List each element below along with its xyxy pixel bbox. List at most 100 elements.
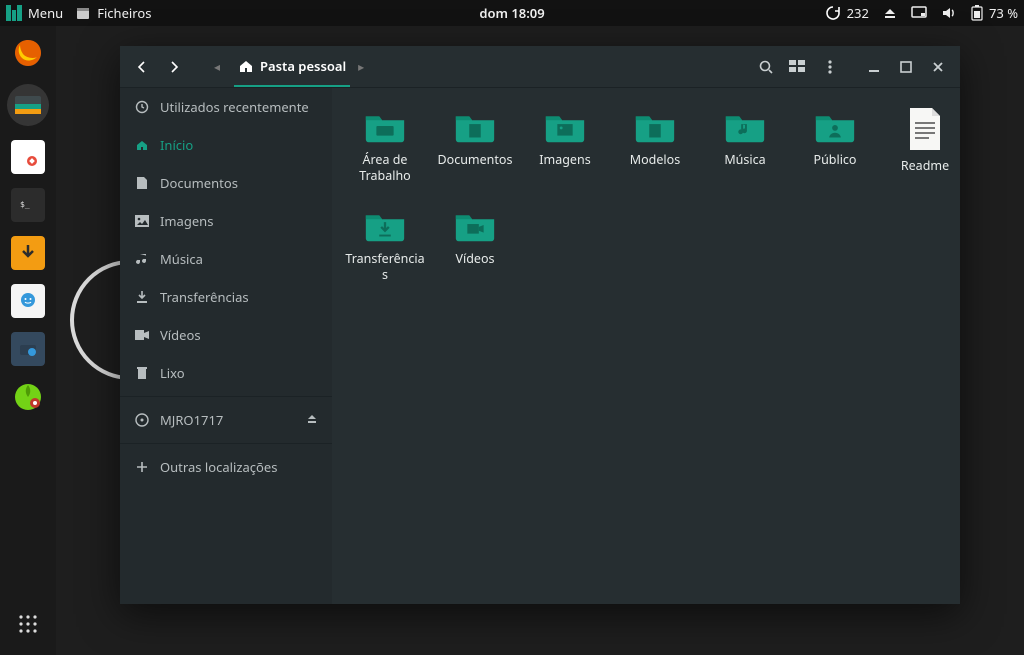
menu-label: Menu [28, 4, 63, 22]
battery-icon [971, 5, 983, 21]
dock-downloader[interactable] [11, 236, 45, 270]
display-tray-icon[interactable] [911, 6, 927, 20]
file-label: Readme [901, 158, 949, 174]
window-close-button[interactable] [924, 53, 952, 81]
sidebar-device-label: MJRO1717 [160, 411, 223, 429]
sidebar-item-label: Início [160, 136, 193, 154]
trash-icon [134, 365, 150, 381]
active-app-label: Ficheiros [97, 4, 151, 22]
folder-icon [722, 106, 768, 146]
clock-icon [134, 99, 150, 115]
sidebar-item-video[interactable]: Vídeos [120, 316, 332, 354]
eject-button[interactable] [306, 411, 318, 429]
clock[interactable]: dom 18:09 [479, 4, 544, 22]
sidebar-item-label: Música [160, 250, 203, 268]
image-icon [134, 213, 150, 229]
search-button[interactable] [752, 53, 780, 81]
file-label: Modelos [630, 152, 680, 168]
window-minimize-button[interactable] [860, 53, 888, 81]
sidebar-item-download[interactable]: Transferências [120, 278, 332, 316]
dock-screenshot[interactable] [11, 332, 45, 366]
menu-button[interactable]: Menu [6, 4, 63, 22]
battery-percent: 73 % [989, 4, 1018, 22]
file-label: Vídeos [455, 251, 494, 267]
dock-tweaks[interactable] [11, 380, 45, 414]
dock-files[interactable] [7, 84, 49, 126]
hamburger-menu-button[interactable] [816, 53, 844, 81]
dock-firefox[interactable] [11, 36, 45, 70]
other-locations-label: Outras localizações [160, 458, 277, 476]
battery-indicator[interactable]: 73 % [971, 4, 1018, 22]
updates-count: 232 [847, 4, 869, 22]
dock-terminal[interactable]: $_ [11, 188, 45, 222]
folder-item[interactable]: Música [700, 102, 790, 187]
folder-icon [452, 205, 498, 245]
sidebar-item-doc[interactable]: Documentos [120, 164, 332, 202]
nav-forward-button[interactable] [160, 53, 188, 81]
folder-icon [362, 106, 408, 146]
path-caret-left-icon: ◂ [210, 58, 224, 75]
file-item[interactable]: Readme [880, 102, 960, 187]
dock-apps-grid[interactable] [11, 607, 45, 641]
folder-item[interactable]: Documentos [430, 102, 520, 187]
folder-icon [632, 106, 678, 146]
sidebar-item-trash[interactable]: Lixo [120, 354, 332, 392]
file-label: Transferências [343, 251, 427, 282]
sidebar: Utilizados recentemente Início Documentos I… [120, 88, 332, 604]
file-icon [906, 106, 944, 152]
file-manager-window: ◂ Pasta pessoal ▸ Utilizados rec [120, 46, 960, 604]
eject-tray-icon[interactable] [883, 6, 897, 20]
path-label: Pasta pessoal [260, 57, 346, 75]
sidebar-device[interactable]: MJRO1717 [120, 401, 332, 439]
sidebar-other-locations[interactable]: Outras localizações [120, 448, 332, 486]
folder-item[interactable]: Modelos [610, 102, 700, 187]
disc-icon [134, 412, 150, 428]
folder-item[interactable]: Transferências [340, 201, 430, 286]
folder-item[interactable]: Vídeos [430, 201, 520, 286]
sidebar-item-label: Lixo [160, 364, 185, 382]
files-grid: Área de Trabalho Documentos Imagens Modelos… [340, 102, 952, 287]
sidebar-item-label: Utilizados recentemente [160, 98, 309, 116]
sidebar-item-home[interactable]: Início [120, 126, 332, 164]
folder-item[interactable]: Imagens [520, 102, 610, 187]
sidebar-item-label: Imagens [160, 212, 213, 230]
music-icon [134, 251, 150, 267]
sidebar-item-image[interactable]: Imagens [120, 202, 332, 240]
folder-icon [542, 106, 588, 146]
download-icon [134, 289, 150, 305]
sidebar-item-music[interactable]: Música [120, 240, 332, 278]
home-icon [134, 137, 150, 153]
manjaro-logo-icon [6, 5, 22, 21]
updates-indicator[interactable]: 232 [825, 4, 869, 22]
folder-icon [362, 205, 408, 245]
file-label: Imagens [539, 152, 590, 168]
files-app-icon [75, 5, 91, 21]
folder-icon [452, 106, 498, 146]
file-label: Área de Trabalho [343, 152, 427, 183]
view-toggle-button[interactable] [784, 53, 812, 81]
file-label: Público [814, 152, 857, 168]
plus-icon [134, 459, 150, 475]
dock-chat[interactable] [11, 284, 45, 318]
file-label: Música [724, 152, 765, 168]
sidebar-item-clock[interactable]: Utilizados recentemente [120, 88, 332, 126]
home-icon [238, 58, 254, 74]
volume-tray-icon[interactable] [941, 6, 957, 20]
path-caret-right-icon: ▸ [354, 58, 368, 75]
window-maximize-button[interactable] [892, 53, 920, 81]
doc-icon [134, 175, 150, 191]
sidebar-item-label: Documentos [160, 174, 238, 192]
nav-back-button[interactable] [128, 53, 156, 81]
dock-text-editor[interactable] [11, 140, 45, 174]
file-label: Documentos [438, 152, 513, 168]
sidebar-item-label: Vídeos [160, 326, 201, 344]
folder-item[interactable]: Área de Trabalho [340, 102, 430, 187]
sidebar-item-label: Transferências [160, 288, 249, 306]
folder-item[interactable]: Público [790, 102, 880, 187]
video-icon [134, 327, 150, 343]
svg-text:$_: $_ [20, 200, 30, 209]
updates-icon [825, 5, 841, 21]
folder-icon [812, 106, 858, 146]
path-home-crumb[interactable]: Pasta pessoal [234, 47, 350, 87]
active-app-indicator[interactable]: Ficheiros [75, 4, 151, 22]
